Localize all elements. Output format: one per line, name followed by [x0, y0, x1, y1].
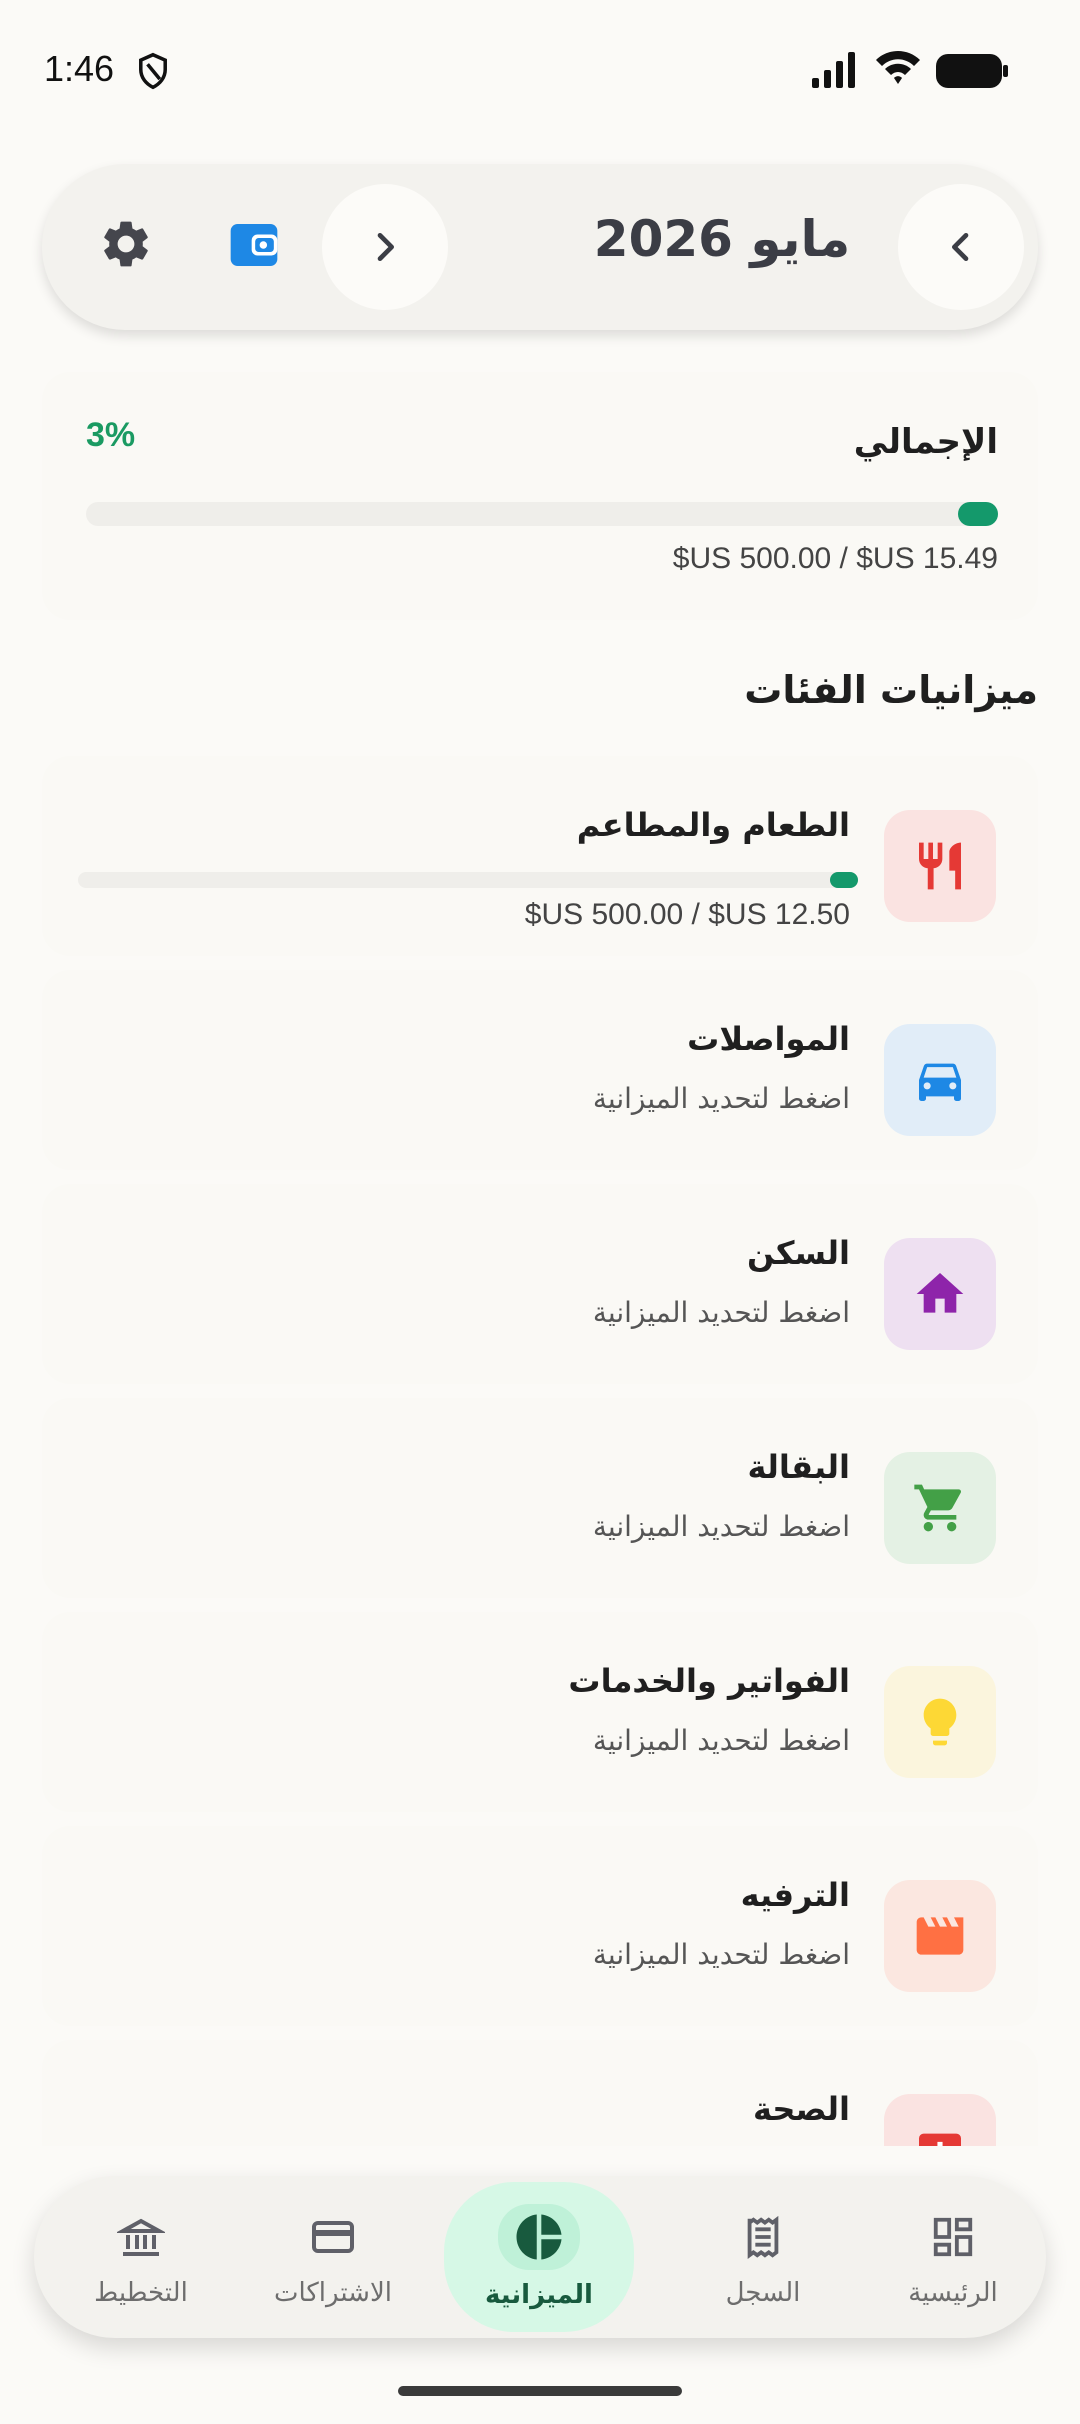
- dashboard-icon: [933, 2217, 973, 2257]
- nav-item-home[interactable]: الرئيسية: [858, 2182, 1048, 2332]
- shopping-cart-icon: [914, 1484, 962, 1532]
- nav-icon-wrapper: [498, 2204, 580, 2270]
- nav-item-planning[interactable]: التخطيط: [46, 2182, 236, 2332]
- category-set-budget-hint: اضغط لتحديد الميزانية: [592, 1296, 850, 1329]
- wifi-icon: [876, 51, 920, 84]
- category-name: الطعام والمطاعم: [576, 806, 850, 844]
- signal-icon: [812, 52, 855, 88]
- total-budget-card[interactable]: الإجمالي 3% $US 500.00 / $US 15.49: [42, 372, 1038, 620]
- category-set-budget-hint: اضغط لتحديد الميزانية: [592, 1938, 850, 1971]
- category-name: الترفيه: [740, 1876, 850, 1914]
- battery-icon: [936, 54, 1008, 88]
- fork-knife-icon: [919, 842, 961, 890]
- credit-card-icon: [312, 2221, 354, 2253]
- category-icon-box: [884, 810, 996, 922]
- gear-icon: [104, 221, 148, 267]
- previous-month-button[interactable]: [898, 184, 1024, 310]
- category-card-bills[interactable]: الفواتير والخدمات اضغط لتحديد الميزانية: [42, 1612, 1038, 1812]
- category-progress-fill: [830, 872, 858, 888]
- category-icon-box: [884, 2094, 996, 2146]
- category-icon-box: [884, 1452, 996, 1564]
- total-label: الإجمالي: [853, 422, 998, 462]
- nav-label: التخطيط: [94, 2278, 188, 2308]
- category-card-transport[interactable]: المواصلات اضغط لتحديد الميزانية: [42, 970, 1038, 1170]
- nav-item-subscriptions[interactable]: الاشتراكات: [238, 2182, 428, 2332]
- month-title: مايو 2026: [593, 210, 851, 268]
- category-card-food[interactable]: الطعام والمطاعم $US 500.00 / $US 12.50: [42, 756, 1038, 956]
- month-selector-bar: مايو 2026: [42, 164, 1038, 330]
- bank-icon: [117, 2218, 165, 2256]
- chevron-right-icon: [377, 233, 394, 261]
- nav-icon-wrapper: [916, 2206, 990, 2268]
- shield-icon: [139, 52, 167, 90]
- status-bar: 1:46: [0, 0, 1080, 140]
- nav-icon-wrapper: [726, 2206, 800, 2268]
- chevron-left-icon: [952, 233, 969, 261]
- settings-button[interactable]: [98, 216, 154, 276]
- category-progress-bar: [78, 872, 858, 888]
- category-name: الفواتير والخدمات: [568, 1662, 850, 1700]
- category-name: الصحة: [753, 2090, 850, 2128]
- category-icon-box: [884, 1666, 996, 1778]
- category-card-housing[interactable]: السكن اضغط لتحديد الميزانية: [42, 1184, 1038, 1384]
- car-icon: [919, 1063, 961, 1101]
- category-card-groceries[interactable]: البقالة اضغط لتحديد الميزانية: [42, 1398, 1038, 1598]
- category-icon-box: [884, 1024, 996, 1136]
- category-set-budget-hint: اضغط لتحديد الميزانية: [592, 1082, 850, 1115]
- next-month-button[interactable]: [322, 184, 448, 310]
- wallet-button[interactable]: [226, 217, 282, 277]
- category-name: المواصلات: [687, 1020, 850, 1058]
- nav-label: الميزانية: [485, 2280, 593, 2310]
- lightbulb-icon: [923, 1698, 957, 1746]
- nav-label: الاشتراكات: [273, 2278, 393, 2308]
- nav-label: السجل: [725, 2278, 801, 2308]
- section-title: ميزانيات الفئات: [744, 668, 1038, 712]
- home-icon: [916, 1273, 964, 1313]
- category-name: السكن: [747, 1234, 850, 1272]
- clapperboard-icon: [916, 1917, 964, 1955]
- medical-icon: [919, 2133, 961, 2146]
- category-set-budget-hint: اضغط لتحديد الميزانية: [592, 1724, 850, 1757]
- home-indicator[interactable]: [398, 2386, 682, 2396]
- category-card-health[interactable]: الصحة: [42, 2040, 1038, 2146]
- receipt-icon: [747, 2215, 779, 2260]
- category-set-budget-hint: اضغط لتحديد الميزانية: [592, 1510, 850, 1543]
- total-progress-fill: [958, 502, 998, 526]
- category-amount: $US 500.00 / $US 12.50: [524, 898, 850, 931]
- total-amount: $US 500.00 / $US 15.49: [672, 542, 998, 575]
- status-time: 1:46: [44, 48, 115, 89]
- category-name: البقالة: [747, 1448, 850, 1486]
- bottom-navigation: الرئيسية السجل الميزانية الاشتراكات التخ…: [34, 2176, 1046, 2338]
- category-card-entertainment[interactable]: الترفيه اضغط لتحديد الميزانية: [42, 1826, 1038, 2026]
- category-budget-list: الطعام والمطاعم $US 500.00 / $US 12.50 ا…: [0, 756, 1080, 2146]
- total-percent: 3%: [86, 416, 136, 454]
- nav-item-budget[interactable]: الميزانية: [444, 2182, 634, 2332]
- wallet-icon: [230, 224, 278, 266]
- category-icon-box: [884, 1238, 996, 1350]
- nav-item-history[interactable]: السجل: [668, 2182, 858, 2332]
- nav-icon-wrapper: [104, 2206, 178, 2268]
- category-icon-box: [884, 1880, 996, 1992]
- total-progress-bar: [86, 502, 998, 526]
- pie-chart-icon: [516, 2214, 562, 2260]
- nav-icon-wrapper: [296, 2206, 370, 2268]
- nav-label: الرئيسية: [908, 2278, 998, 2308]
